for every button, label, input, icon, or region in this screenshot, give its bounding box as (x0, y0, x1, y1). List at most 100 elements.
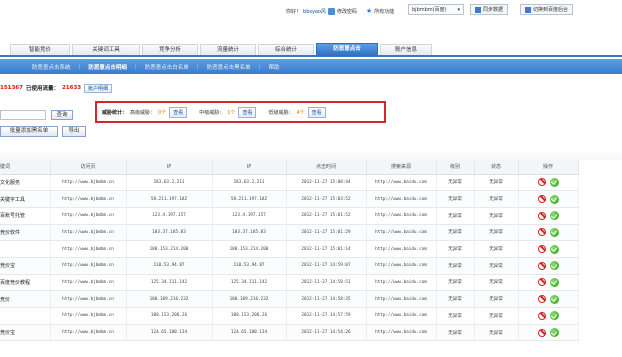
tab-label: 关键词工具 (92, 47, 120, 53)
account-detail-button[interactable]: 账户明细 (84, 83, 113, 93)
row-ip: 58.211.197.182 (126, 190, 213, 208)
subtab-whitelist[interactable]: 防恶意点击白名单 (137, 63, 197, 71)
row-ip2: 110.53.94.87 (212, 257, 287, 275)
search-input[interactable] (0, 110, 46, 120)
threat-stats-box: 威胁统计： 高级威胁： 0个 查看 中级威胁： 1个 查看 低级威胁： 4个 查… (95, 101, 386, 123)
row-ip: 124.65.100.134 (126, 324, 213, 342)
block-icon[interactable] (537, 261, 546, 270)
chevron-down-icon: ▾ (457, 6, 460, 13)
tab-account-info[interactable]: 账户信息 (380, 44, 432, 55)
block-icon[interactable] (537, 328, 546, 337)
usage-info: 151367 已使用流量： 21633 账户明细 (0, 82, 113, 94)
row-keyword: 竞价 (0, 290, 51, 308)
sync-icon (475, 6, 481, 13)
table-row: 百度竞价教程 http://www.bjbmbm.cn 125.34.111.142… (0, 274, 579, 292)
password-icon (328, 7, 335, 15)
approve-icon[interactable] (549, 294, 559, 304)
change-password-link[interactable]: 修改密码 (328, 6, 357, 16)
username[interactable]: bbsyao风 (303, 8, 326, 15)
approve-icon[interactable] (549, 177, 559, 187)
tab-overall-stats[interactable]: 综合统计 (258, 44, 314, 55)
view-low-button[interactable]: 查看 (307, 106, 326, 118)
block-icon[interactable] (537, 278, 546, 287)
used-count: 21633 (61, 85, 82, 91)
row-ip2: 58.211.197.182 (212, 190, 287, 208)
table-top-shadow (0, 150, 622, 160)
tab-anti-fraud[interactable]: 防恶意点击 (316, 43, 378, 56)
col-level: 级别 (436, 160, 475, 175)
mid-threat-count: 1个 (227, 109, 236, 116)
block-icon[interactable] (537, 228, 546, 237)
row-actions (518, 224, 579, 242)
subtab-help[interactable]: 帮助 (261, 63, 288, 71)
approve-icon[interactable] (549, 311, 559, 321)
row-page: http://www.bjbmbm.cn (50, 240, 127, 258)
row-level: 无异常 (436, 307, 475, 325)
block-icon[interactable] (537, 311, 546, 320)
block-icon[interactable] (537, 195, 546, 204)
row-level: 无异常 (436, 240, 475, 258)
row-time: 2012-11-27 15:01:52 (286, 207, 367, 225)
switch-baidu-button[interactable]: 切换到百度后台 (520, 4, 574, 15)
approve-icon[interactable] (549, 261, 559, 271)
row-page: http://www.bjbmbm.cn (50, 190, 127, 208)
row-source: http://www.baidu.com (366, 290, 437, 308)
row-level: 无异常 (436, 207, 475, 225)
table-row: http://www.bjbmbm.cn 180.153.206.26 180.15… (0, 307, 579, 325)
row-level: 无异常 (436, 290, 475, 308)
col-ip2: IP (212, 160, 287, 175)
table-row: 百账号托管 http://www.bjbmbm.cn 123.4.197.157 12… (0, 207, 579, 225)
approve-icon[interactable] (549, 194, 559, 204)
approve-icon[interactable] (549, 244, 559, 254)
query-button[interactable]: 查询 (51, 110, 73, 120)
tab-smart-bidding[interactable]: 智能竞价 (10, 44, 70, 55)
row-keyword (0, 307, 51, 325)
tab-label: 流量统计 (216, 47, 239, 53)
row-page: http://www.bjbmbm.cn (50, 207, 127, 225)
tab-traffic-stats[interactable]: 流量统计 (200, 44, 256, 55)
row-page: http://www.bjbmbm.cn (50, 224, 127, 242)
approve-icon[interactable] (549, 211, 559, 221)
block-icon[interactable] (537, 178, 546, 187)
row-time: 2012-11-27 15:03:52 (286, 190, 367, 208)
row-status: 无异常 (474, 257, 519, 275)
sync-label: 同步数据 (483, 7, 504, 13)
approve-icon[interactable] (549, 328, 559, 338)
row-keyword: 文化服务 (0, 174, 51, 192)
view-high-button[interactable]: 查看 (169, 106, 188, 118)
row-time: 2012-11-27 14:59:07 (286, 257, 367, 275)
export-button[interactable]: 导出 (62, 126, 86, 137)
all-features-link[interactable]: ★ 所有功能 (366, 6, 394, 16)
row-keyword: 百度竞价教程 (0, 274, 51, 292)
subtab-anti-fraud-system[interactable]: 防恶意点击系统 (0, 63, 79, 71)
mid-threat-label: 中级威胁： (199, 109, 225, 116)
row-source: http://www.baidu.com (366, 274, 437, 292)
row-level: 无异常 (436, 190, 475, 208)
block-icon[interactable] (537, 295, 546, 304)
subtab-blacklist[interactable]: 防恶意点击黑名单 (199, 63, 259, 71)
block-icon[interactable] (537, 211, 546, 220)
sync-button[interactable]: 同步数据 (470, 4, 509, 15)
tab-competition[interactable]: 竞争分析 (142, 44, 198, 55)
row-ip: 110.53.94.87 (126, 257, 213, 275)
main-nav: 智能竞价 关键词工具 竞争分析 流量统计 综合统计 防恶意点击 账户信息 (0, 43, 622, 57)
high-threat-label: 高级威胁： (130, 109, 156, 116)
all-features-label: 所有功能 (374, 8, 395, 15)
row-ip: 183.63.2.211 (126, 174, 213, 192)
welcome-text: 你好！ bbsyao风 (286, 6, 326, 16)
row-status: 无异常 (474, 174, 519, 192)
account-select[interactable]: bjbmbm(百度) ▾ (408, 4, 464, 15)
batch-blacklist-button[interactable]: 批量添加黑名单 (0, 126, 58, 137)
tab-keyword-tool[interactable]: 关键词工具 (72, 44, 140, 55)
row-page: http://www.bjbmbm.cn (50, 274, 127, 292)
row-level: 无异常 (436, 274, 475, 292)
row-status: 无异常 (474, 207, 519, 225)
row-level: 无异常 (436, 324, 475, 342)
approve-icon[interactable] (549, 227, 559, 237)
block-icon[interactable] (537, 245, 546, 254)
row-page: http://www.bjbmbm.cn (50, 307, 127, 325)
table-row: 竞价宝 http://www.bjbmbm.cn 110.53.94.87 110.5… (0, 257, 579, 275)
view-mid-button[interactable]: 查看 (238, 106, 257, 118)
subtab-anti-fraud-detail[interactable]: 防恶意点击明细 (80, 63, 135, 71)
approve-icon[interactable] (549, 277, 559, 287)
